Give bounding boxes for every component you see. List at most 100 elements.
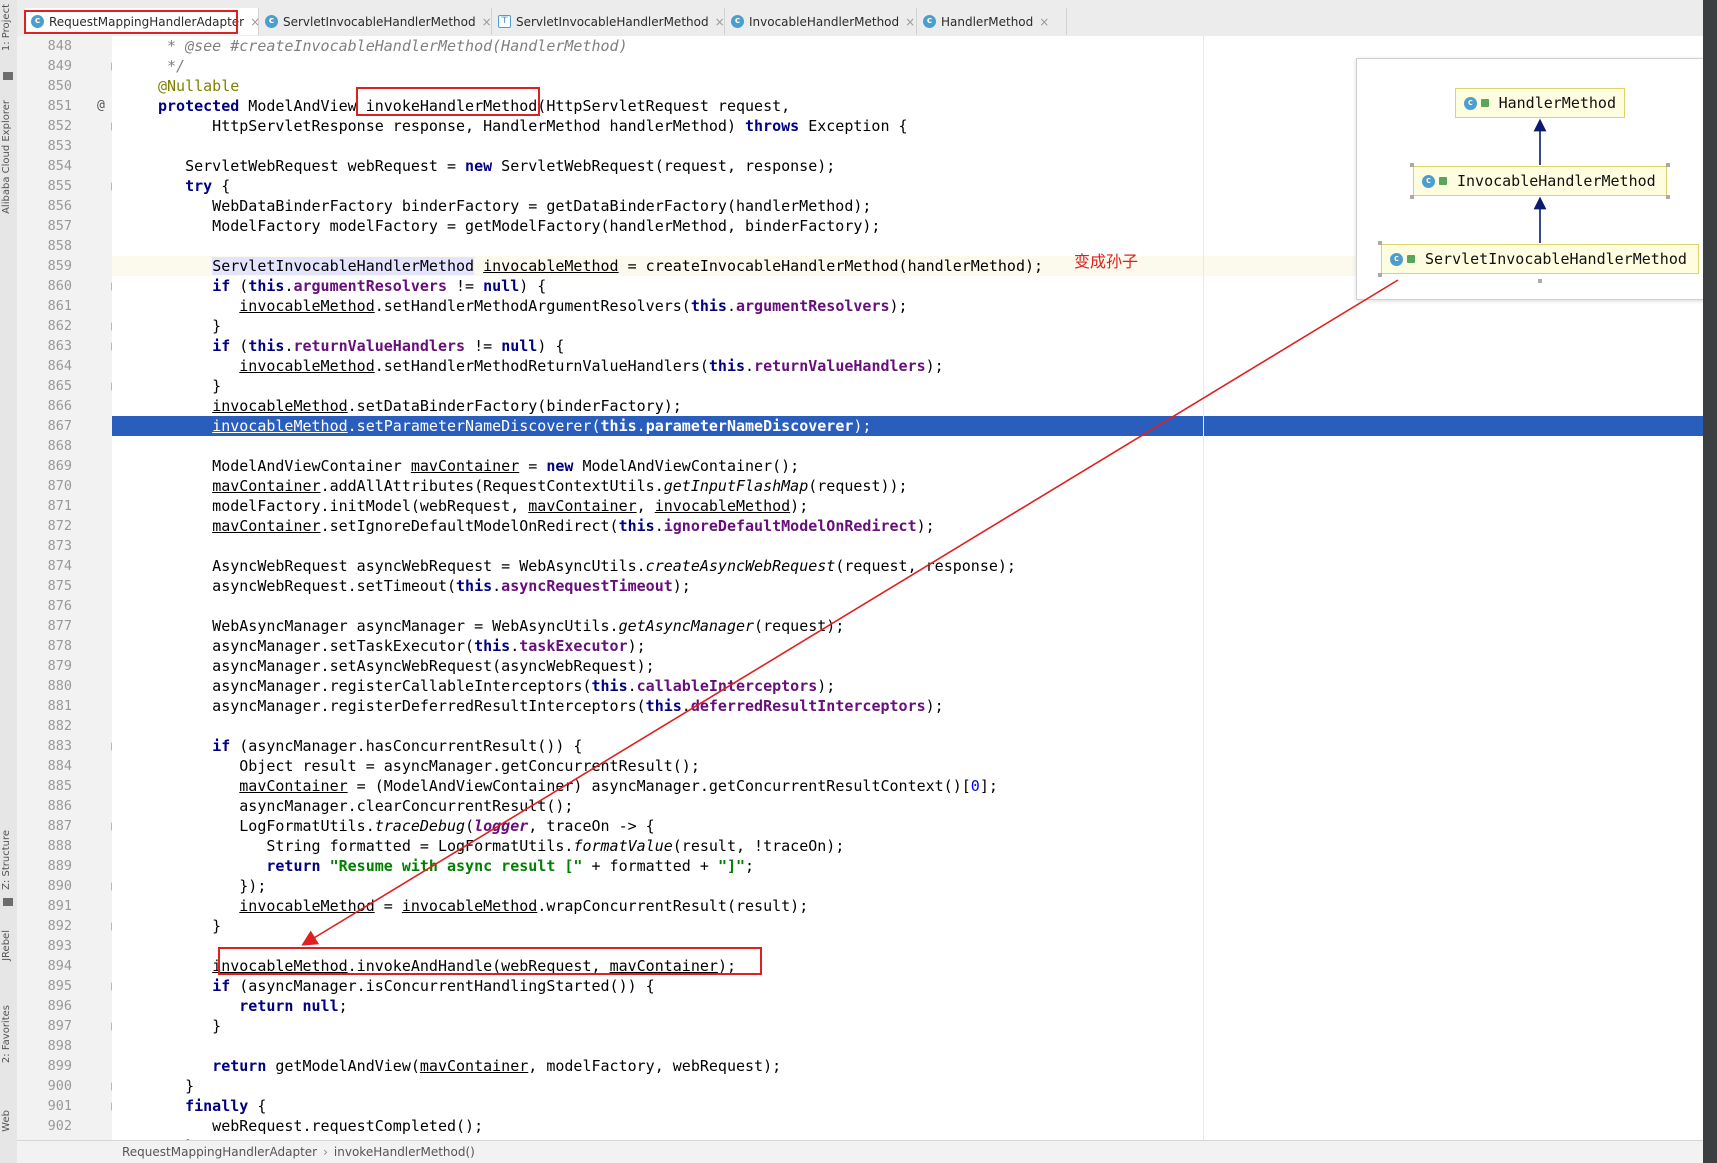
tab-request-mapping-handler-adapter[interactable]: c RequestMappingHandlerAdapter ×: [25, 8, 260, 35]
breadcrumb-class[interactable]: RequestMappingHandlerAdapter: [122, 1145, 317, 1159]
code-line[interactable]: invocableMethod.setHandlerMethodReturnVa…: [112, 356, 1703, 376]
code-line[interactable]: modelFactory.initModel(webRequest, mavCo…: [112, 496, 1703, 516]
project-icon[interactable]: [3, 72, 13, 80]
code-line[interactable]: webRequest.requestCompleted();: [112, 1116, 1703, 1136]
structure-icon[interactable]: [3, 898, 13, 906]
right-margin-guide: [1203, 36, 1204, 1140]
code-line[interactable]: LogFormatUtils.traceDebug(logger, traceO…: [112, 816, 1703, 836]
code-line[interactable]: ModelAndViewContainer mavContainer = new…: [112, 456, 1703, 476]
code-text: }: [158, 1077, 195, 1095]
code-line[interactable]: asyncManager.registerDeferredResultInter…: [112, 696, 1703, 716]
tab-servlet-invocable-handler-method-diagram[interactable]: ⊤ ServletInvocableHandlerMethod ×: [492, 8, 725, 35]
favorites-panel-toggle[interactable]: 2: Favorites: [1, 1005, 15, 1063]
line-number: 860: [47, 278, 72, 294]
tab-handler-method[interactable]: c HandlerMethod ×: [917, 8, 1067, 35]
code-line[interactable]: asyncWebRequest.setTimeout(this.asyncReq…: [112, 576, 1703, 596]
close-icon[interactable]: ×: [1039, 15, 1049, 29]
selected-code-line[interactable]: invocableMethod.setParameterNameDiscover…: [112, 416, 1703, 436]
code-line[interactable]: return null;: [112, 996, 1703, 1016]
class-icon: c: [731, 15, 744, 28]
tab-servlet-invocable-handler-method[interactable]: c ServletInvocableHandlerMethod ×: [259, 8, 492, 35]
project-panel-toggle[interactable]: 1: Project: [1, 4, 15, 51]
selection-handle[interactable]: [1538, 279, 1542, 283]
selection-handle[interactable]: [1378, 241, 1382, 245]
code-line[interactable]: asyncManager.registerCallableInterceptor…: [112, 676, 1703, 696]
code-line[interactable]: [112, 536, 1703, 556]
code-line[interactable]: asyncManager.setAsyncWebRequest(asyncWeb…: [112, 656, 1703, 676]
code-line[interactable]: if (asyncManager.isConcurrentHandlingSta…: [112, 976, 1703, 996]
code-line[interactable]: }: [112, 316, 1703, 336]
line-number: 865: [47, 378, 72, 394]
code-line[interactable]: return getModelAndView(mavContainer, mod…: [112, 1056, 1703, 1076]
diagram-node-servlet-invocable-handler-method[interactable]: c ServletInvocableHandlerMethod: [1381, 244, 1699, 274]
line-number: 898: [47, 1038, 72, 1054]
tool-window-strip: 1: Project Alibaba Cloud Explorer Z: Str…: [0, 0, 18, 1163]
code-line[interactable]: mavContainer.setIgnoreDefaultModelOnRedi…: [112, 516, 1703, 536]
line-number: 872: [47, 518, 72, 534]
code-line[interactable]: [112, 936, 1703, 956]
code-line[interactable]: [112, 596, 1703, 616]
code-line[interactable]: String formatted = LogFormatUtils.format…: [112, 836, 1703, 856]
diagram-node-handler-method[interactable]: c HandlerMethod: [1455, 88, 1625, 118]
line-number: 889: [47, 858, 72, 874]
code-line[interactable]: }: [112, 916, 1703, 936]
code-text: ModelFactory modelFactory = getModelFact…: [158, 217, 881, 235]
selection-handle[interactable]: [1666, 163, 1670, 167]
line-number: 890: [47, 878, 72, 894]
line-number: 891: [47, 898, 72, 914]
breadcrumb-method[interactable]: invokeHandlerMethod(): [334, 1145, 475, 1159]
selection-handle[interactable]: [1410, 195, 1414, 199]
code-line[interactable]: asyncManager.clearConcurrentResult();: [112, 796, 1703, 816]
node-label: HandlerMethod: [1498, 94, 1616, 112]
line-number: 861: [47, 298, 72, 314]
code-line[interactable]: }: [112, 1076, 1703, 1096]
code-line[interactable]: invocableMethod.invokeAndHandle(webReque…: [112, 956, 1703, 976]
class-icon: c: [265, 15, 278, 28]
code-text: return getModelAndView(mavContainer, mod…: [212, 1057, 782, 1075]
code-line[interactable]: mavContainer = (ModelAndViewContainer) a…: [112, 776, 1703, 796]
close-icon[interactable]: ×: [715, 15, 725, 29]
line-number: 885: [47, 778, 72, 794]
close-icon[interactable]: ×: [905, 15, 915, 29]
override-marker-icon[interactable]: @: [97, 96, 105, 116]
web-panel-toggle[interactable]: Web: [1, 1110, 15, 1132]
code-text: ServletInvocableHandlerMethod invocableM…: [212, 257, 1044, 275]
code-text: invocableMethod.setParameterNameDiscover…: [212, 417, 872, 435]
line-number: 873: [47, 538, 72, 554]
line-number: 862: [47, 318, 72, 334]
code-line[interactable]: mavContainer.addAllAttributes(RequestCon…: [112, 476, 1703, 496]
selection-handle[interactable]: [1378, 273, 1382, 277]
code-line[interactable]: * @see #createInvocableHandlerMethod(Han…: [112, 36, 1703, 56]
class-icon: c: [923, 15, 936, 28]
code-line[interactable]: Object result = asyncManager.getConcurre…: [112, 756, 1703, 776]
line-number: 858: [47, 238, 72, 254]
code-line[interactable]: asyncManager.setTaskExecutor(this.taskEx…: [112, 636, 1703, 656]
code-line[interactable]: WebAsyncManager asyncManager = WebAsyncU…: [112, 616, 1703, 636]
code-line[interactable]: AsyncWebRequest asyncWebRequest = WebAsy…: [112, 556, 1703, 576]
code-line[interactable]: invocableMethod.setDataBinderFactory(bin…: [112, 396, 1703, 416]
code-line[interactable]: }: [112, 376, 1703, 396]
code-line[interactable]: [112, 1036, 1703, 1056]
cloud-explorer-panel-toggle[interactable]: Alibaba Cloud Explorer: [1, 100, 15, 214]
code-line[interactable]: return "Resume with async result [" + fo…: [112, 856, 1703, 876]
class-hierarchy-diagram[interactable]: c HandlerMethod c InvocableHandlerMethod…: [1356, 58, 1703, 300]
structure-panel-toggle[interactable]: Z: Structure: [1, 830, 15, 890]
code-line[interactable]: }: [112, 1016, 1703, 1036]
code-line[interactable]: });: [112, 876, 1703, 896]
line-number-gutter[interactable]: 848 849 850 851 @852 853 854 855 856 857 858 859 860…: [17, 36, 120, 1154]
line-number: 883: [47, 738, 72, 754]
selection-handle[interactable]: [1666, 195, 1670, 199]
close-icon[interactable]: ×: [482, 15, 492, 29]
node-label: ServletInvocableHandlerMethod: [1425, 250, 1687, 268]
code-line[interactable]: if (asyncManager.hasConcurrentResult()) …: [112, 736, 1703, 756]
code-line[interactable]: finally {: [112, 1096, 1703, 1116]
code-line[interactable]: [112, 716, 1703, 736]
code-line[interactable]: invocableMethod = invocableMethod.wrapCo…: [112, 896, 1703, 916]
tab-invocable-handler-method[interactable]: c InvocableHandlerMethod ×: [725, 8, 917, 35]
jrebel-panel-toggle[interactable]: JRebel: [1, 930, 15, 961]
diagram-node-invocable-handler-method[interactable]: c InvocableHandlerMethod: [1413, 166, 1667, 196]
selection-handle[interactable]: [1410, 163, 1414, 167]
code-line[interactable]: [112, 436, 1703, 456]
diagram-icon: ⊤: [498, 15, 511, 28]
code-line[interactable]: if (this.returnValueHandlers != null) {: [112, 336, 1703, 356]
